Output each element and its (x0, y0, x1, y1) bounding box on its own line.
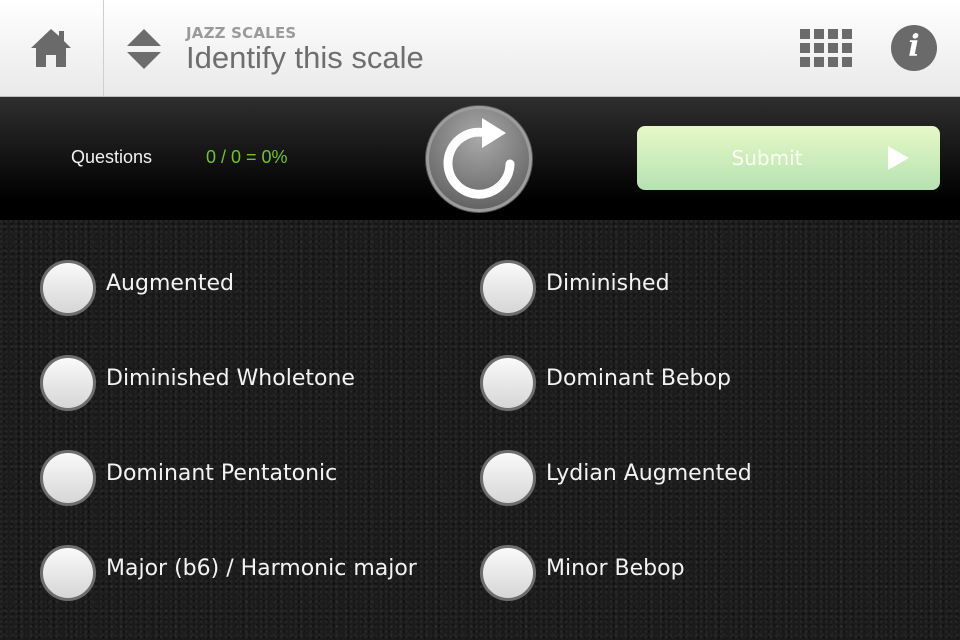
info-button[interactable]: i (891, 25, 937, 71)
option-label: Lydian Augmented (546, 461, 752, 486)
option-major-b6-harmonic-major[interactable]: Major (b6) / Harmonic major (40, 545, 460, 601)
option-label: Augmented (106, 271, 234, 296)
radio-button[interactable] (480, 450, 536, 506)
option-augmented[interactable]: Augmented (40, 260, 460, 316)
radio-button[interactable] (480, 260, 536, 316)
home-icon (31, 29, 71, 67)
grid-menu-button[interactable] (800, 29, 853, 67)
answer-options: Augmented Diminished Diminished Wholeton… (0, 220, 960, 640)
questions-label: Questions (71, 147, 153, 167)
option-dominant-pentatonic[interactable]: Dominant Pentatonic (40, 450, 460, 506)
radio-button[interactable] (480, 545, 536, 601)
score-value: 0 / 0 = 0% (206, 147, 288, 167)
option-label: Dominant Bebop (546, 366, 731, 391)
option-label: Diminished (546, 271, 670, 296)
play-arrow-icon (888, 146, 909, 170)
option-label: Major (b6) / Harmonic major (106, 556, 417, 581)
info-icon: i (908, 29, 920, 64)
submit-label: Submit (731, 146, 803, 170)
up-down-arrows-icon (127, 29, 161, 69)
home-button[interactable] (0, 0, 104, 96)
page-title: Identify this scale (186, 40, 424, 75)
reorder-button[interactable] (126, 28, 162, 74)
option-label: Dominant Pentatonic (106, 461, 338, 486)
option-diminished[interactable]: Diminished (480, 260, 900, 316)
option-label: Minor Bebop (546, 556, 685, 581)
radio-button[interactable] (40, 545, 96, 601)
option-lydian-augmented[interactable]: Lydian Augmented (480, 450, 900, 506)
top-nav-bar: JAZZ SCALES Identify this scale i (0, 0, 960, 97)
option-label: Diminished Wholetone (106, 366, 355, 391)
reload-icon (443, 118, 515, 199)
radio-button[interactable] (40, 260, 96, 316)
option-minor-bebop[interactable]: Minor Bebop (480, 545, 900, 601)
replay-button[interactable] (426, 106, 532, 212)
option-diminished-wholetone[interactable]: Diminished Wholetone (40, 355, 460, 411)
radio-button[interactable] (40, 355, 96, 411)
submit-button[interactable]: Submit (637, 126, 940, 190)
radio-button[interactable] (40, 450, 96, 506)
radio-button[interactable] (480, 355, 536, 411)
option-dominant-bebop[interactable]: Dominant Bebop (480, 355, 900, 411)
